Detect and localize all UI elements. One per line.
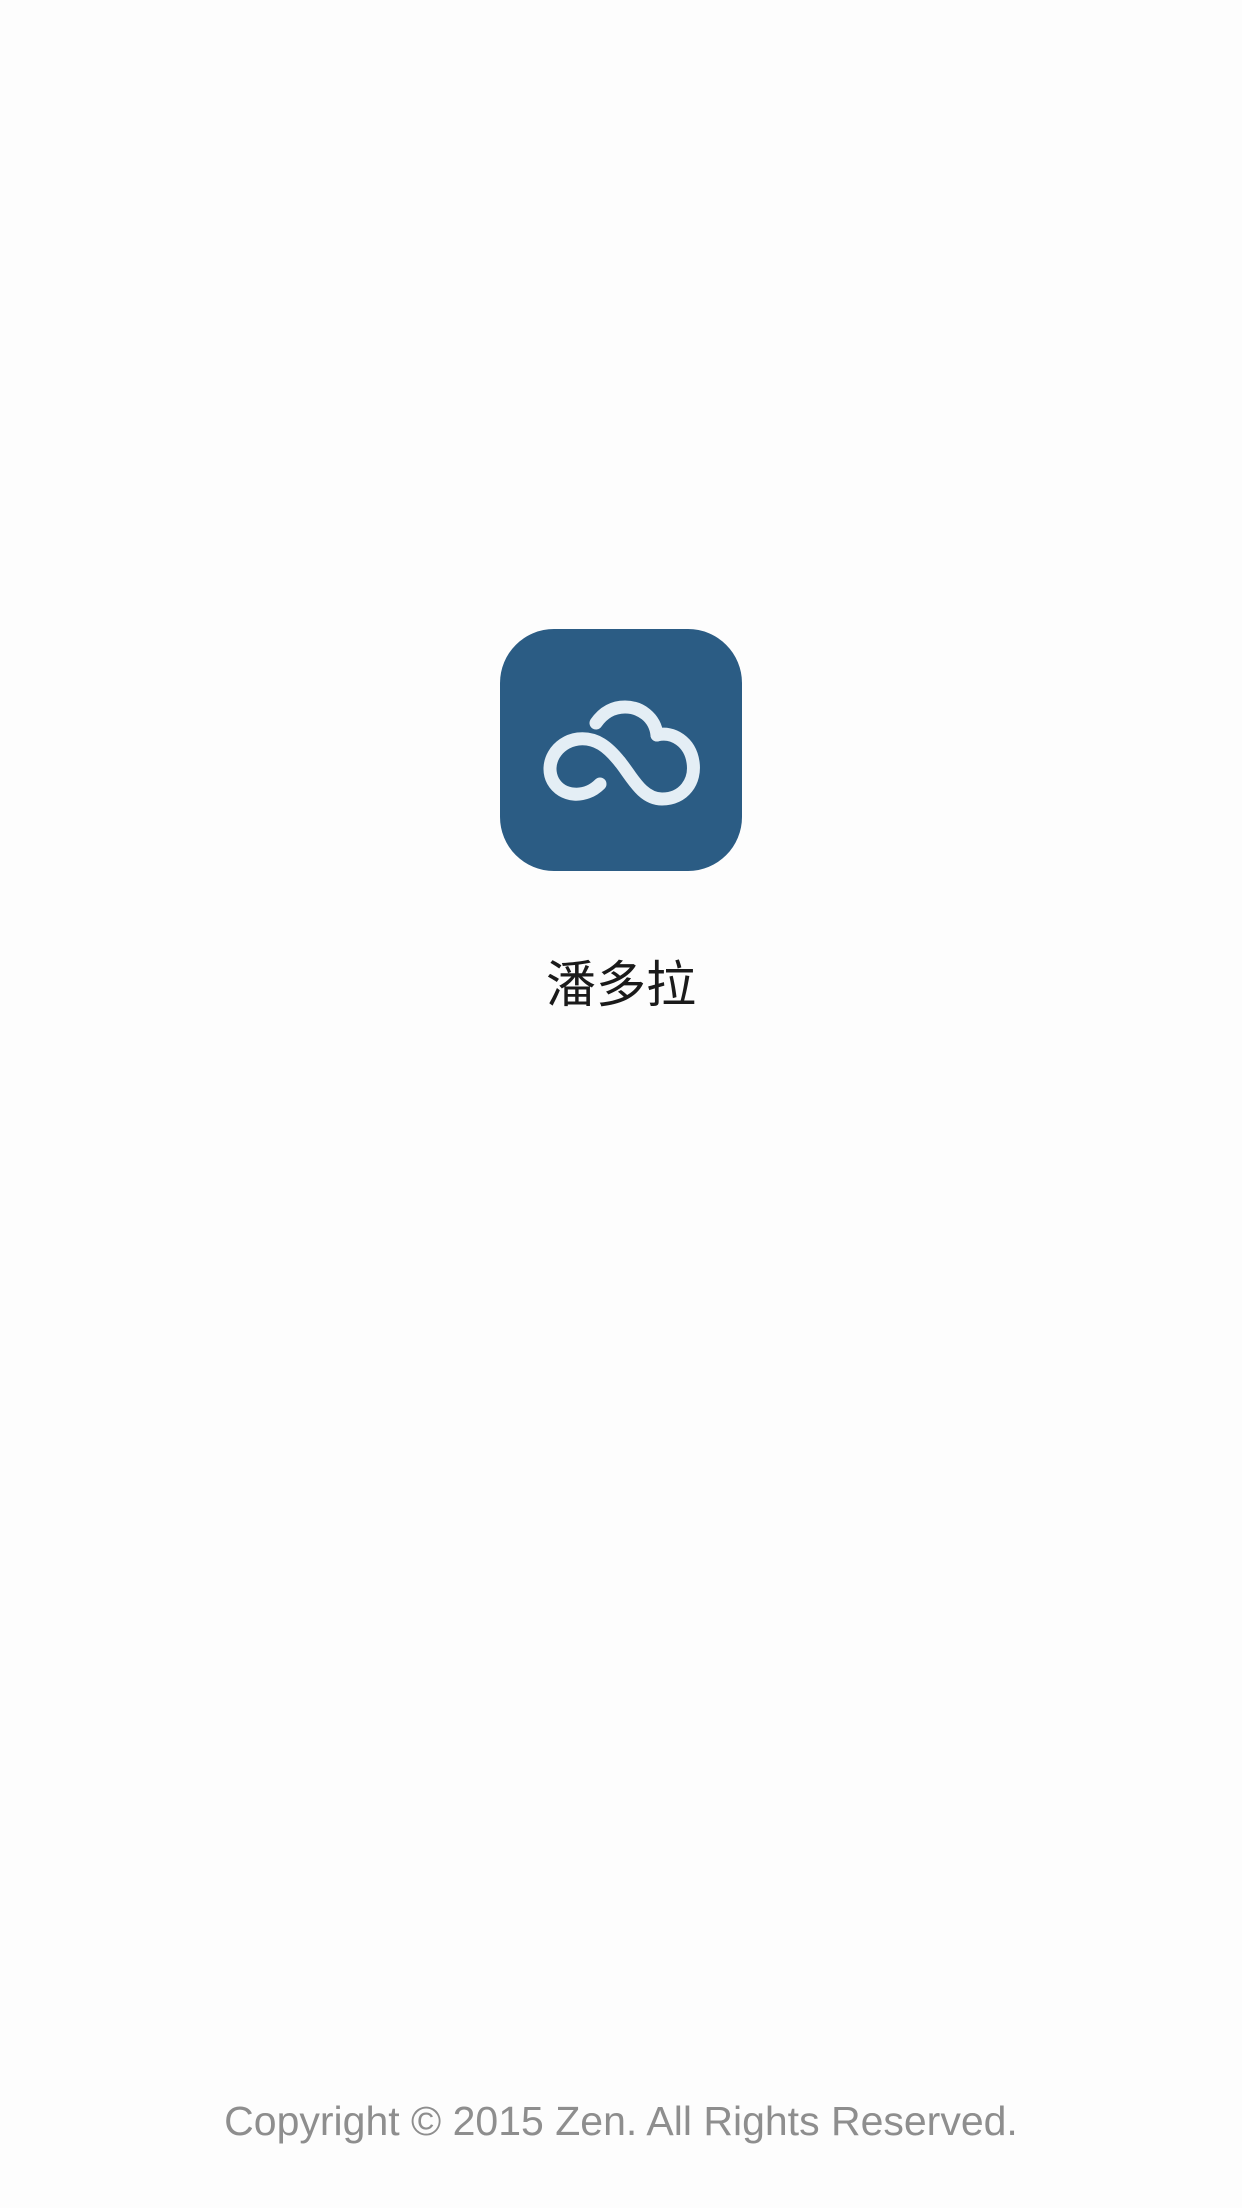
app-logo-icon	[500, 629, 742, 871]
cloud-infinity-icon	[543, 700, 700, 806]
app-name: 潘多拉	[546, 956, 696, 1014]
copyright-text: Copyright © 2015 Zen. All Rights Reserve…	[224, 2098, 1018, 2144]
